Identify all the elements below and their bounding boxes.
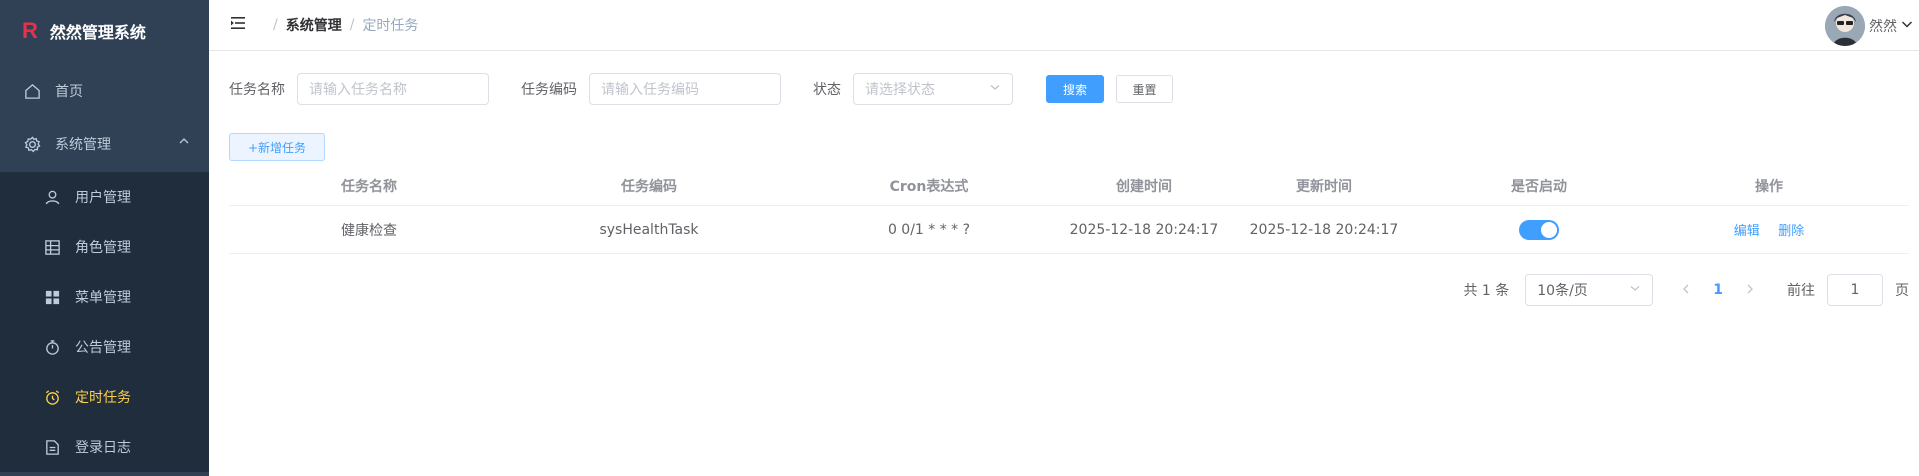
task-name-input[interactable]: 请输入任务名称 xyxy=(297,73,489,105)
chevron-down-icon xyxy=(1901,18,1913,34)
column-header: 是否启动 xyxy=(1511,178,1567,195)
cell-task-name: 健康检查 xyxy=(341,222,397,239)
page-size-select[interactable]: 10条/页 xyxy=(1525,274,1654,306)
column-header: 创建时间 xyxy=(1116,178,1172,195)
chevron-down-icon xyxy=(1629,282,1641,298)
hamburger-icon[interactable] xyxy=(231,17,245,33)
column-header: 任务编码 xyxy=(621,178,677,195)
sidebar-item-label: 用户管理 xyxy=(75,190,131,206)
sidebar-item-roles[interactable]: 角色管理 xyxy=(0,222,209,272)
chevron-down-icon xyxy=(989,81,1001,97)
status-select-placeholder: 请选择状态 xyxy=(865,82,935,98)
content: 任务名称 请输入任务名称 任务编码 请输入任务编码 状态 请选择状态 搜索 重置… xyxy=(209,51,1919,326)
column-header: 更新时间 xyxy=(1296,178,1352,195)
goto-label: 前往 xyxy=(1787,283,1815,299)
prev-page-icon[interactable] xyxy=(1681,282,1691,298)
table-icon xyxy=(43,238,61,256)
column-header: Cron表达式 xyxy=(889,178,969,195)
avatar xyxy=(1825,6,1865,46)
table-row: 健康检查 sysHealthTask 0 0/1 * * * ? 2025-12… xyxy=(229,206,1909,254)
sidebar-item-login-logs[interactable]: 登录日志 xyxy=(0,422,209,472)
app-title: 然然管理系统 xyxy=(49,23,146,42)
cell-task-code: sysHealthTask xyxy=(599,221,699,238)
tasks-table: 任务名称 任务编码 Cron表达式 创建时间 更新时间 是否启动 操作 健康检查… xyxy=(229,166,1909,254)
delete-link[interactable]: 删除 xyxy=(1778,224,1804,239)
breadcrumb-item-current: 定时任务 xyxy=(362,18,419,34)
sidebar-item-label: 定时任务 xyxy=(75,390,131,406)
page-jump: 前往 1 页 xyxy=(1787,274,1909,306)
gear-icon xyxy=(23,135,41,153)
sidebar-item-label: 系统管理 xyxy=(55,137,111,153)
reset-button[interactable]: 重置 xyxy=(1116,75,1173,103)
sidebar-item-notices[interactable]: 公告管理 xyxy=(0,322,209,372)
sidebar-item-users[interactable]: 用户管理 xyxy=(0,172,209,222)
task-code-input[interactable]: 请输入任务编码 xyxy=(589,73,781,105)
cell-enabled xyxy=(1429,219,1649,240)
main-area: / 系统管理 / 定时任务 然然 任务名称 请输入任务名称 任务编码 请输入任务… xyxy=(209,0,1919,476)
grid-icon xyxy=(43,288,61,306)
column-header: 任务名称 xyxy=(341,178,397,195)
alarm-clock-icon xyxy=(43,388,61,406)
column-header: 操作 xyxy=(1755,178,1783,195)
stopwatch-icon xyxy=(43,338,61,356)
user-icon xyxy=(43,188,61,206)
cell-cron: 0 0/1 * * * ? xyxy=(887,221,971,238)
search-button[interactable]: 搜索 xyxy=(1046,75,1104,103)
logo-mark: R xyxy=(22,18,38,43)
cell-actions: 编辑 删除 xyxy=(1649,220,1889,239)
page-size-value: 10条/页 xyxy=(1537,283,1588,299)
sidebar-item-label: 角色管理 xyxy=(75,240,131,256)
cell-updated: 2025-12-18 20:24:17 xyxy=(1249,221,1399,238)
breadcrumb-separator: / xyxy=(273,17,278,33)
status-select[interactable]: 请选择状态 xyxy=(853,73,1013,105)
table-header: 任务名称 任务编码 Cron表达式 创建时间 更新时间 是否启动 操作 xyxy=(229,166,1909,206)
home-icon xyxy=(23,82,41,100)
breadcrumb-separator: / xyxy=(349,17,355,33)
chevron-up-icon xyxy=(179,134,189,150)
pagination: 共 1 条 10条/页 1 前往 1 页 xyxy=(229,274,1909,306)
document-icon xyxy=(43,438,61,456)
sidebar-item-label: 登录日志 xyxy=(75,440,131,456)
sidebar-item-scheduled-tasks[interactable]: 定时任务 xyxy=(0,372,209,422)
enabled-toggle[interactable] xyxy=(1519,219,1559,240)
task-code-label: 任务编码 xyxy=(521,82,577,98)
page-suffix: 页 xyxy=(1895,283,1909,299)
search-form: 任务名称 请输入任务名称 任务编码 请输入任务编码 状态 请选择状态 搜索 重置 xyxy=(229,71,1909,107)
cell-created: 2025-12-18 20:24:17 xyxy=(1069,221,1219,238)
next-page-icon[interactable] xyxy=(1745,282,1755,298)
sidebar: R 然然管理系统 首页 系统管理 用户管理 角色管理 菜单管理 公告管理 定时任… xyxy=(0,0,209,476)
sidebar-item-home[interactable]: 首页 xyxy=(0,66,209,116)
logo[interactable]: R 然然管理系统 xyxy=(0,0,209,62)
add-task-button[interactable]: +新增任务 xyxy=(229,133,325,161)
status-label: 状态 xyxy=(813,82,841,98)
user-dropdown[interactable]: 然然 xyxy=(1825,6,1913,46)
username: 然然 xyxy=(1869,19,1897,35)
goto-page-input[interactable]: 1 xyxy=(1827,274,1883,306)
sidebar-item-label: 菜单管理 xyxy=(75,290,131,306)
breadcrumb: / 系统管理 / 定时任务 xyxy=(265,15,418,35)
app-root: R 然然管理系统 首页 系统管理 用户管理 角色管理 菜单管理 公告管理 定时任… xyxy=(0,0,1919,476)
page-number[interactable]: 1 xyxy=(1713,282,1723,298)
sidebar-item-system[interactable]: 系统管理 xyxy=(0,116,209,172)
navbar: / 系统管理 / 定时任务 然然 xyxy=(209,0,1919,51)
sidebar-item-label: 首页 xyxy=(55,84,83,100)
pagination-total: 共 1 条 xyxy=(1463,283,1510,299)
sidebar-item-menus[interactable]: 菜单管理 xyxy=(0,272,209,322)
sidebar-item-label: 公告管理 xyxy=(75,340,131,356)
edit-link[interactable]: 编辑 xyxy=(1734,224,1760,239)
breadcrumb-item-system[interactable]: 系统管理 xyxy=(286,15,342,35)
task-name-label: 任务名称 xyxy=(229,82,285,98)
